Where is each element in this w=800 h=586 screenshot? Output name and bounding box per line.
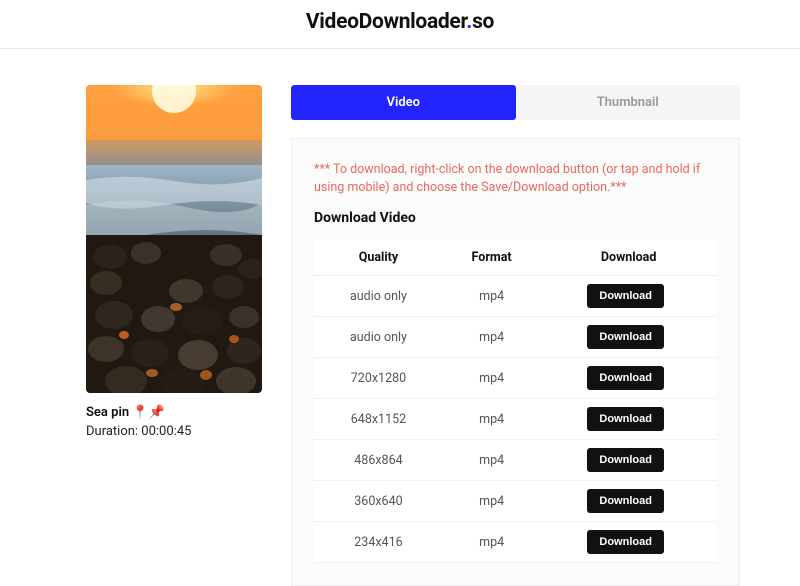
thumbnail-image bbox=[86, 85, 262, 393]
video-duration: Duration: 00:00:45 bbox=[86, 424, 261, 439]
cell-quality: audio only bbox=[314, 317, 443, 358]
download-button[interactable]: Download bbox=[587, 366, 664, 390]
download-panel: *** To download, right-click on the down… bbox=[291, 138, 740, 586]
table-row: 720x1280mp4 Download bbox=[314, 358, 717, 399]
tabs: Video Thumbnail bbox=[291, 85, 740, 120]
table-row: 360x640mp4 Download bbox=[314, 481, 717, 522]
cell-download: Download bbox=[540, 440, 717, 481]
col-download: Download bbox=[540, 240, 717, 276]
logo[interactable]: VideoDownloader.so bbox=[0, 10, 800, 34]
col-format: Format bbox=[443, 240, 540, 276]
cell-download: Download bbox=[540, 317, 717, 358]
cell-format: mp4 bbox=[443, 317, 540, 358]
download-table: Quality Format Download audio onlymp4Dow… bbox=[314, 240, 717, 563]
cell-download: Download bbox=[540, 399, 717, 440]
section-title: Download Video bbox=[314, 210, 717, 226]
cell-format: mp4 bbox=[443, 522, 540, 563]
cell-download: Download bbox=[540, 276, 717, 317]
cell-download: Download bbox=[540, 481, 717, 522]
download-button[interactable]: Download bbox=[587, 530, 664, 554]
logo-main: VideoDownloader bbox=[306, 10, 466, 34]
video-thumbnail[interactable] bbox=[86, 85, 262, 393]
download-button[interactable]: Download bbox=[587, 407, 664, 431]
table-row: 234x416mp4 Download bbox=[314, 522, 717, 563]
cell-quality: 486x864 bbox=[314, 440, 443, 481]
logo-suffix: so bbox=[472, 10, 494, 34]
table-row: 648x1152mp4 Download bbox=[314, 399, 717, 440]
video-info-column: Sea pin 📍📌 Duration: 00:00:45 bbox=[86, 85, 261, 586]
cell-quality: 234x416 bbox=[314, 522, 443, 563]
cell-format: mp4 bbox=[443, 276, 540, 317]
tab-thumbnail[interactable]: Thumbnail bbox=[516, 85, 741, 120]
download-button[interactable]: Download bbox=[587, 325, 664, 349]
cell-download: Download bbox=[540, 358, 717, 399]
cell-format: mp4 bbox=[443, 358, 540, 399]
download-panel-column: Video Thumbnail *** To download, right-c… bbox=[291, 85, 740, 586]
download-button[interactable]: Download bbox=[587, 448, 664, 472]
table-row: 486x864mp4 Download bbox=[314, 440, 717, 481]
download-button[interactable]: Download bbox=[587, 284, 664, 308]
cell-format: mp4 bbox=[443, 399, 540, 440]
cell-quality: 360x640 bbox=[314, 481, 443, 522]
download-button[interactable]: Download bbox=[587, 489, 664, 513]
cell-download: Download bbox=[540, 522, 717, 563]
col-quality: Quality bbox=[314, 240, 443, 276]
header: VideoDownloader.so bbox=[0, 0, 800, 49]
video-title: Sea pin 📍📌 bbox=[86, 405, 261, 420]
cell-format: mp4 bbox=[443, 440, 540, 481]
table-row: audio onlymp4 Download bbox=[314, 276, 717, 317]
cell-quality: 720x1280 bbox=[314, 358, 443, 399]
cell-format: mp4 bbox=[443, 481, 540, 522]
download-notice: *** To download, right-click on the down… bbox=[314, 161, 717, 196]
table-row: audio onlymp4 Download bbox=[314, 317, 717, 358]
tab-video[interactable]: Video bbox=[291, 85, 516, 120]
cell-quality: audio only bbox=[314, 276, 443, 317]
cell-quality: 648x1152 bbox=[314, 399, 443, 440]
